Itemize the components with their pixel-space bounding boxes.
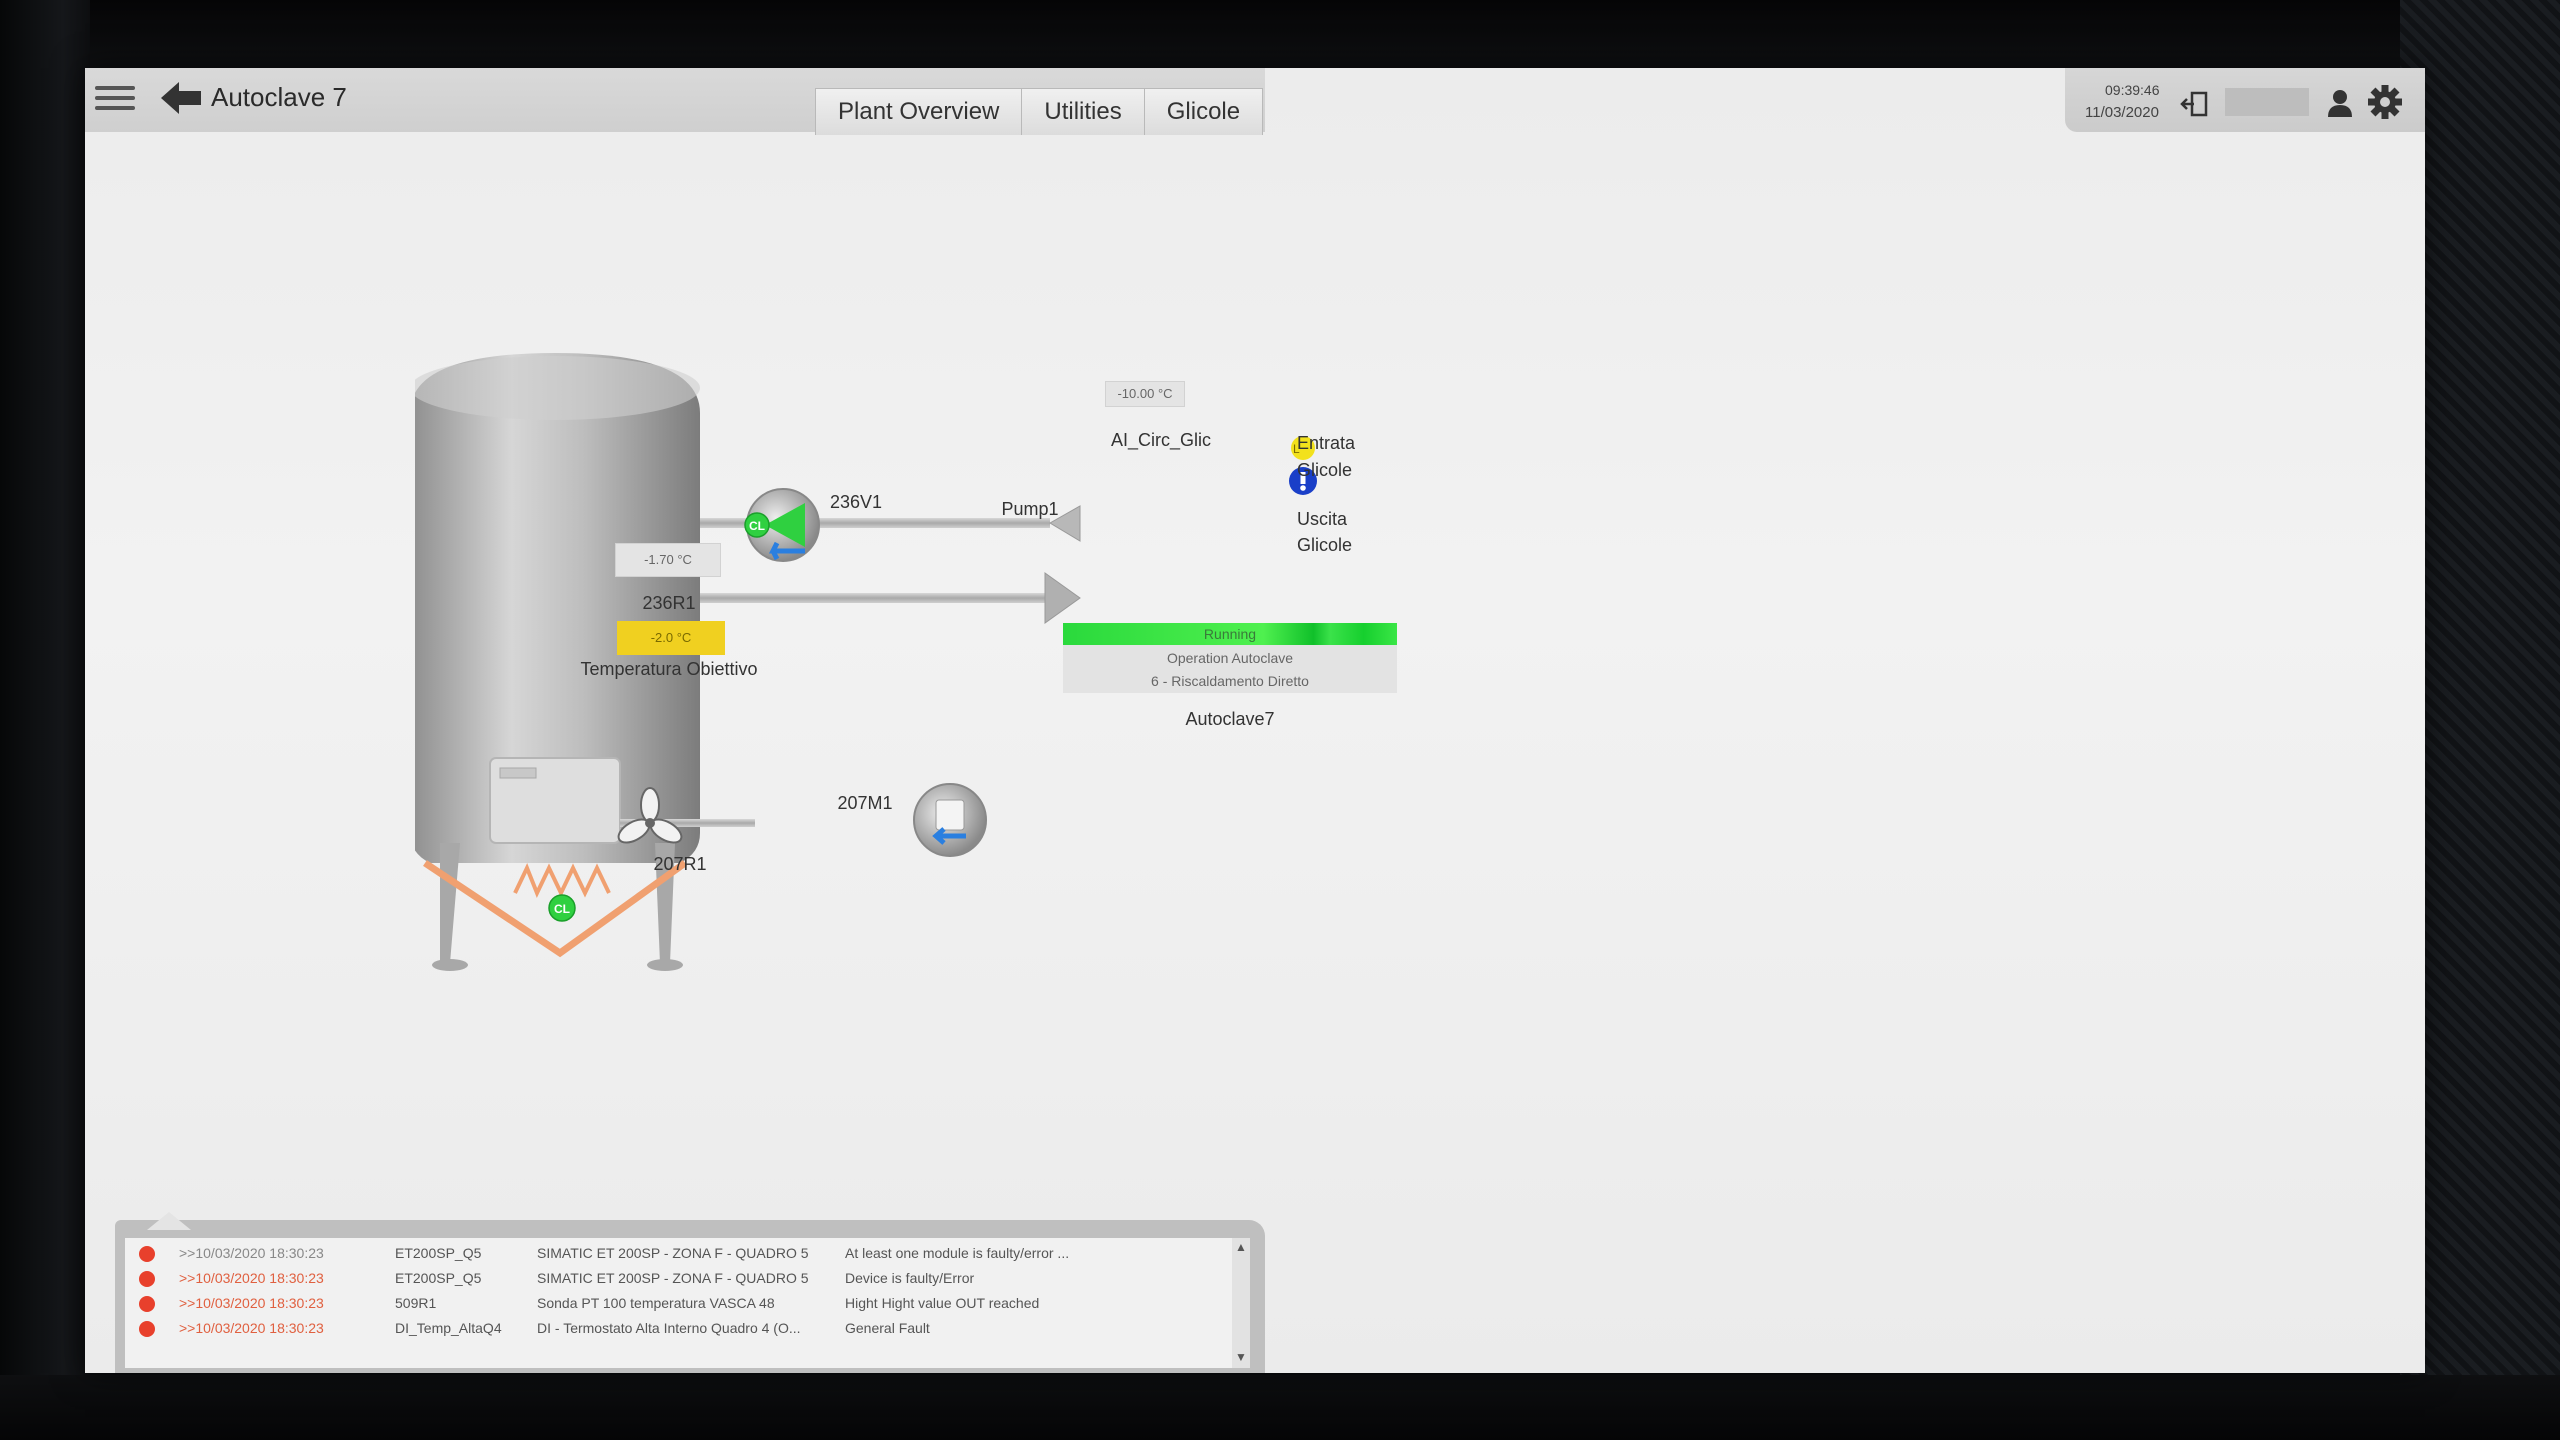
alarm-description: DI - Termostato Alta Interno Quadro 4 (O… — [537, 1320, 801, 1336]
autoclave-status-panel[interactable]: Running Operation Autoclave 6 - Riscalda… — [1063, 623, 1397, 693]
clock-date: 11/03/2020 — [2085, 104, 2159, 121]
glycol-tag-label: AI_Circ_Glic — [1110, 430, 1212, 450]
step-text: 6 - Riscaldamento Diretto — [1151, 673, 1309, 689]
alarm-dot-icon — [139, 1296, 155, 1312]
scroll-down-icon[interactable]: ▼ — [1235, 1350, 1247, 1364]
alarm-timestamp: >>10/03/2020 18:30:23 — [179, 1320, 324, 1336]
alarm-tag: 509R1 — [395, 1295, 437, 1311]
inlet-label-2: Glicole — [1297, 460, 1353, 480]
alarm-description: SIMATIC ET 200SP - ZONA F - QUADRO 5 — [537, 1270, 809, 1286]
svg-text:CL: CL — [749, 519, 765, 533]
motor-label: 207M1 — [837, 793, 893, 813]
alarm-message: General Fault — [845, 1320, 930, 1336]
tab-glicole[interactable]: Glicole — [1144, 89, 1263, 135]
motor-icon — [913, 783, 987, 857]
heater-coil-icon — [513, 863, 611, 898]
alarm-dot-icon — [139, 1321, 155, 1337]
alarm-tag: ET200SP_Q5 — [395, 1245, 482, 1261]
heater-status-icon: CL — [548, 894, 576, 922]
alarm-message: Device is faulty/Error — [845, 1270, 975, 1286]
page-title: Autoclave 7 — [211, 82, 347, 112]
tab-utilities[interactable]: Utilities — [1022, 89, 1145, 135]
alarm-row[interactable]: >>10/03/2020 18:30:23 509R1 Sonda PT 100… — [125, 1292, 1235, 1316]
heater-label: 207R1 — [653, 854, 707, 874]
status-running-bar: Running — [1063, 623, 1397, 645]
target-temp-value[interactable]: -2.0 °C — [617, 621, 725, 655]
valve-label: 236V1 — [829, 492, 883, 512]
tank-hatch — [489, 757, 621, 844]
menu-icon[interactable] — [95, 80, 135, 116]
clock-time: 09:39:46 — [2105, 82, 2160, 98]
alarm-tag: DI_Temp_AltaQ4 — [395, 1320, 502, 1336]
outlet-arrow-icon — [1044, 572, 1081, 624]
monitor-bezel-top — [0, 0, 2560, 70]
target-temp-label: Temperatura Obiettivo — [580, 659, 758, 679]
gear-icon[interactable] — [2367, 84, 2403, 120]
inlet-label-1: Entrata — [1297, 433, 1356, 453]
alarm-panel: >>10/03/2020 18:30:23 ET200SP_Q5 SIMATIC… — [115, 1212, 1265, 1373]
scroll-up-icon[interactable]: ▲ — [1235, 1240, 1247, 1254]
monitor-bezel-left — [0, 0, 90, 1440]
alarm-description: SIMATIC ET 200SP - ZONA F - QUADRO 5 — [537, 1245, 809, 1261]
alarm-timestamp: >>10/03/2020 18:30:23 — [179, 1270, 324, 1286]
glycol-temp-value: -10.00 °C — [1105, 381, 1185, 407]
hmi-screen: Autoclave 7 Plant Overview Utilities Gli… — [85, 68, 2425, 1373]
operation-text: Operation Autoclave — [1166, 650, 1294, 666]
tab-plant-overview[interactable]: Plant Overview — [816, 89, 1023, 135]
back-arrow-icon[interactable] — [157, 78, 205, 118]
user-name-field — [2225, 88, 2309, 116]
alarm-tag: ET200SP_Q5 — [395, 1270, 482, 1286]
alarm-dot-icon — [139, 1271, 155, 1287]
tank-label: 236R1 — [642, 593, 696, 613]
alarm-description: Sonda PT 100 temperatura VASCA 48 — [537, 1295, 775, 1311]
tank-temp-value: -1.70 °C — [615, 543, 721, 577]
alarm-message: Hight Hight value OUT reached — [845, 1295, 1040, 1311]
unit-label: Autoclave7 — [1185, 709, 1275, 729]
logout-icon[interactable] — [2180, 90, 2210, 118]
nav-tabs: Plant Overview Utilities Glicole — [815, 88, 1264, 135]
alarm-scrollbar[interactable]: ▲ ▼ — [1232, 1238, 1250, 1368]
alarm-timestamp: >>10/03/2020 18:30:23 — [179, 1295, 324, 1311]
alarm-dot-icon — [139, 1246, 155, 1262]
alarm-list[interactable]: >>10/03/2020 18:30:23 ET200SP_Q5 SIMATIC… — [125, 1238, 1250, 1368]
alarm-row[interactable]: >>10/03/2020 18:30:23 ET200SP_Q5 SIMATIC… — [125, 1242, 1235, 1266]
alarm-row[interactable]: >>10/03/2020 18:30:23 ET200SP_Q5 SIMATIC… — [125, 1267, 1235, 1291]
alarm-row[interactable]: >>10/03/2020 18:30:23 DI_Temp_AltaQ4 DI … — [125, 1317, 1235, 1341]
svg-text:CL: CL — [554, 902, 570, 916]
header-bar: Autoclave 7 Plant Overview Utilities Gli… — [85, 68, 1265, 135]
alarm-message: At least one module is faulty/error ... — [845, 1245, 1070, 1261]
outlet-label-2: Glicole — [1297, 535, 1353, 555]
header-status-area: 09:39:46 11/03/2020 — [2065, 68, 2425, 132]
alarm-timestamp: >>10/03/2020 18:30:23 — [179, 1245, 324, 1261]
user-icon[interactable] — [2327, 88, 2353, 118]
outlet-label-1: Uscita — [1297, 509, 1348, 529]
expand-alarms-icon[interactable] — [147, 1212, 191, 1230]
monitor-bezel-bottom — [0, 1375, 2560, 1440]
pump-label: Pump1 — [1001, 499, 1059, 519]
pump-icon: CL — [744, 488, 820, 562]
